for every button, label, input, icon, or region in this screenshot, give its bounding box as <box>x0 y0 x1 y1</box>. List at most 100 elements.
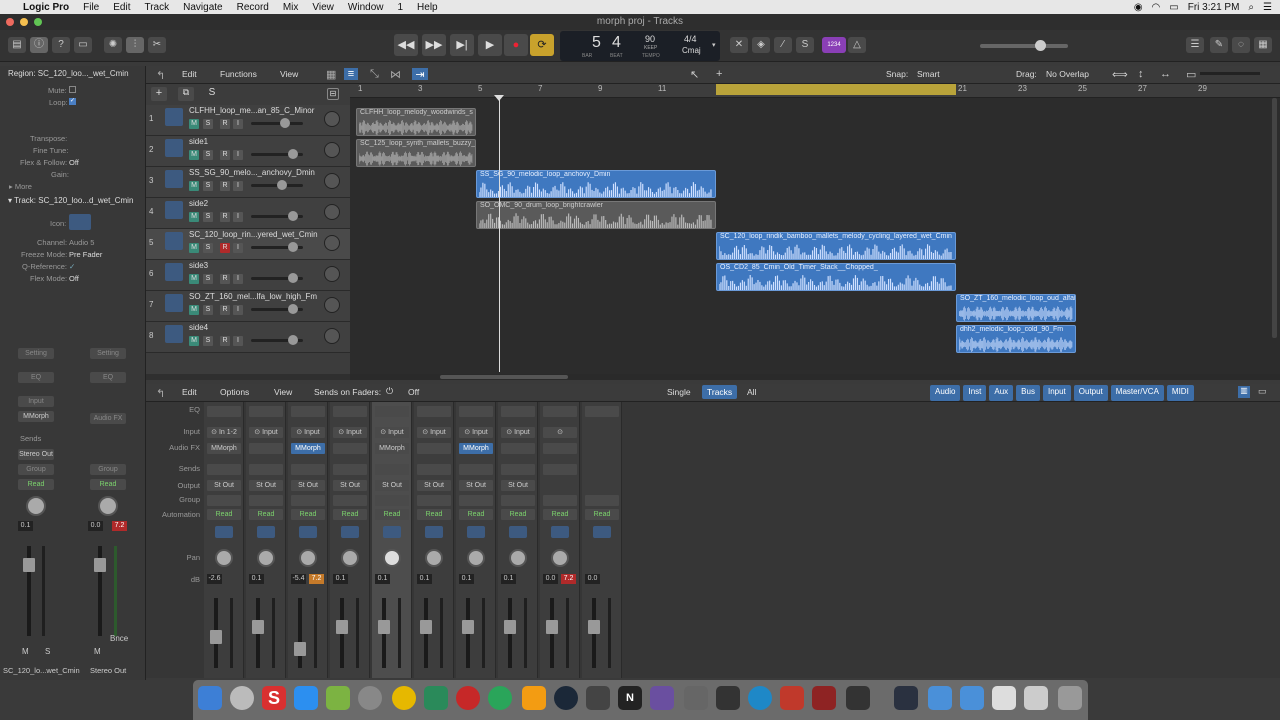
mute-button[interactable]: M <box>189 336 199 346</box>
automation-mode[interactable]: Read <box>501 509 535 520</box>
strip1-group[interactable]: Group <box>18 464 54 475</box>
strip2-setting[interactable]: Setting <box>90 348 126 359</box>
track-pan-knob[interactable] <box>324 142 340 158</box>
sends-slot[interactable] <box>501 464 535 475</box>
track-volume-knob[interactable] <box>287 211 298 221</box>
toolbar-toggle-icon[interactable]: ▭ <box>74 37 92 53</box>
track-name[interactable]: side2 <box>189 199 208 208</box>
volume-db-value[interactable]: 0.1 <box>459 574 474 584</box>
lcd-display[interactable]: 5 4 BAR BEAT 90 KEEP TEMPO 4/4 Cmaj ▾ <box>560 31 720 61</box>
volume-db-value[interactable]: 0.1 <box>501 574 516 584</box>
loop-browser-icon[interactable]: ◌ <box>1232 37 1250 53</box>
pan-knob[interactable] <box>509 549 527 567</box>
mute-button[interactable]: M <box>189 181 199 191</box>
flex-icon[interactable]: ⋈ <box>390 68 401 81</box>
tuner-icon[interactable]: ⁄ <box>774 37 792 53</box>
track-pan-knob[interactable] <box>324 266 340 282</box>
mixer-icon[interactable]: ⫶ <box>126 37 144 53</box>
playhead[interactable] <box>499 96 500 372</box>
eq-slot[interactable] <box>543 406 577 417</box>
automation-mode[interactable]: Read <box>585 509 619 520</box>
daw-app-icon[interactable] <box>748 686 772 710</box>
sends-slot[interactable] <box>459 464 493 475</box>
duplicate-track-icon[interactable]: ⧉ <box>178 87 194 101</box>
master-volume-slider[interactable] <box>980 44 1068 48</box>
menu-list-icon[interactable]: ☰ <box>1263 2 1272 13</box>
track-name[interactable]: side3 <box>189 261 208 270</box>
audio-region[interactable]: SS_SG_90_melodic_loop_anchovy_Dmin <box>476 170 716 198</box>
mixer-edit-menu[interactable]: Edit <box>182 387 197 397</box>
solo-button[interactable]: S <box>203 212 213 222</box>
audio-region[interactable]: dhh2_melodic_loop_cold_90_Fm <box>956 325 1076 353</box>
tracks-edit-menu[interactable]: Edit <box>182 69 197 79</box>
input-monitor-button[interactable]: I <box>233 243 243 253</box>
group-slot[interactable] <box>501 495 535 506</box>
output-slot[interactable]: St Out <box>291 480 325 491</box>
strip2-read[interactable]: Read <box>90 479 126 490</box>
mute-button[interactable]: M <box>189 212 199 222</box>
volume-db-value[interactable]: 0.0 <box>585 574 600 584</box>
strip2-group[interactable]: Group <box>90 464 126 475</box>
fader-knob[interactable] <box>546 620 558 634</box>
volume-db-value[interactable]: 0.1 <box>249 574 264 584</box>
strip2-fader-knob[interactable] <box>94 558 106 572</box>
playhead-handle[interactable] <box>494 95 504 101</box>
editors-icon[interactable]: ✂ <box>148 37 166 53</box>
strip1-read[interactable]: Read <box>18 479 54 490</box>
mixer-wide-icon[interactable]: ▭ <box>1258 386 1267 397</box>
mixer-all-tab[interactable]: All <box>747 387 756 397</box>
audio-region[interactable]: OS_CD2_85_Cmin_Old_Timer_Stack__Chopped_ <box>716 263 956 291</box>
piano-app-icon[interactable] <box>846 686 870 710</box>
fader-knob[interactable] <box>420 619 432 634</box>
volume-db-value[interactable]: 0.0 <box>543 574 558 584</box>
group-slot[interactable] <box>375 495 409 506</box>
close-window-icon[interactable] <box>6 18 14 26</box>
eq-slot[interactable] <box>459 406 493 417</box>
automation-icon[interactable]: ⤡ <box>370 68 379 81</box>
library-icon[interactable]: ▤ <box>8 37 26 53</box>
track-name[interactable]: side1 <box>189 137 208 146</box>
pan-knob[interactable] <box>383 549 401 567</box>
mute-button[interactable]: M <box>189 305 199 315</box>
track-volume-knob[interactable] <box>287 149 298 159</box>
forward-button[interactable]: ▶▶ <box>422 34 446 56</box>
record-enable-button[interactable]: R <box>220 119 230 129</box>
pan-knob[interactable] <box>551 549 569 567</box>
sublime-s-icon[interactable]: S <box>262 686 286 710</box>
spark-icon[interactable] <box>716 686 740 710</box>
music-doc-icon[interactable] <box>992 686 1016 710</box>
flex-mode-value[interactable]: Off <box>69 274 79 283</box>
fader-knob[interactable] <box>504 619 516 634</box>
volume-db-value[interactable]: -5.4 <box>291 574 306 584</box>
tracks-grid[interactable]: CLFHH_loop_melody_woodwinds_s SC_125_loop… <box>350 98 1280 374</box>
audio-fx-slot[interactable] <box>333 443 367 454</box>
pan-knob[interactable] <box>425 549 443 567</box>
fader-track[interactable] <box>298 598 302 668</box>
audio-fx-slot[interactable] <box>417 443 451 454</box>
audio-fx-slot[interactable]: MMorph <box>459 443 493 454</box>
input-monitor-button[interactable]: I <box>233 181 243 191</box>
output-slot[interactable]: St Out <box>375 480 409 491</box>
qref-check[interactable]: ✓ <box>69 262 75 271</box>
automation-mode[interactable]: Read <box>417 509 451 520</box>
quick-help-icon[interactable]: ? <box>52 37 70 53</box>
eq-slot[interactable] <box>501 406 535 417</box>
eq-slot[interactable] <box>417 406 451 417</box>
group-slot[interactable] <box>585 495 619 506</box>
autopunch-icon[interactable]: ◈ <box>752 37 770 53</box>
steam-icon[interactable] <box>554 686 578 710</box>
flex-follow-value[interactable]: Off <box>69 158 79 167</box>
automation-mode[interactable]: Read <box>459 509 493 520</box>
audio-fx-slot[interactable]: MMorph <box>375 443 409 454</box>
track-volume-knob[interactable] <box>287 273 298 283</box>
sends-slot[interactable] <box>207 464 241 475</box>
input-slot[interactable]: ⊙ In 1-2 <box>207 427 241 438</box>
waveform-zoom-icon[interactable]: ⟺ <box>1112 68 1128 81</box>
output-slot[interactable]: St Out <box>249 480 283 491</box>
track-header-row[interactable]: 6 side3 M S R I <box>146 260 350 291</box>
menu-file[interactable]: File <box>76 2 106 13</box>
tracks-view-menu[interactable]: View <box>280 69 298 79</box>
track-header-row[interactable]: 2 side1 M S R I <box>146 136 350 167</box>
menu-window[interactable]: Window <box>341 2 391 13</box>
automation-mode[interactable]: Read <box>249 509 283 520</box>
